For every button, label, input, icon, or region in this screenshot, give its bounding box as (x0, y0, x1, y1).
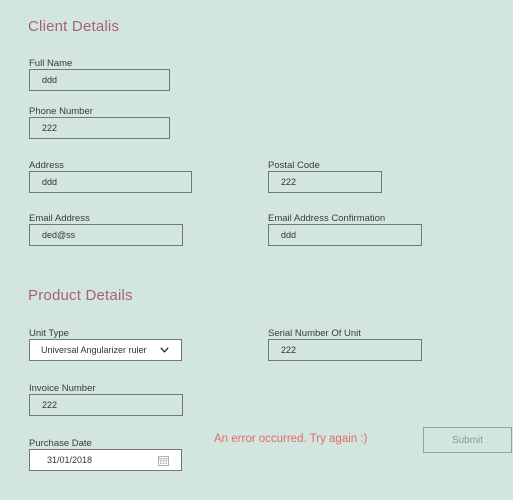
serial-number-input[interactable]: 222 (268, 339, 422, 361)
purchase-date-label: Purchase Date (29, 438, 92, 449)
postal-code-input[interactable]: 222 (268, 171, 382, 193)
unit-type-value: Universal Angularizer ruler (41, 345, 147, 355)
email-confirmation-label: Email Address Confirmation (268, 213, 386, 224)
submit-button[interactable]: Submit (423, 427, 512, 453)
phone-number-value: 222 (42, 123, 58, 133)
calendar-icon[interactable] (158, 455, 169, 466)
address-label: Address (29, 160, 64, 171)
invoice-number-label: Invoice Number (29, 383, 96, 394)
purchase-date-value: 31/01/2018 (47, 455, 93, 465)
product-details-title: Product Details (28, 287, 133, 304)
unit-type-select[interactable]: Universal Angularizer ruler (29, 339, 182, 361)
phone-number-label: Phone Number (29, 106, 93, 117)
chevron-down-icon (160, 347, 169, 353)
full-name-label: Full Name (29, 58, 73, 69)
clipped-heading-fragment (212, 0, 272, 2)
address-input[interactable]: ddd (29, 171, 192, 193)
clipped-text-glyphs (212, 0, 272, 2)
address-value: ddd (42, 177, 58, 187)
postal-code-label: Postal Code (268, 160, 320, 171)
email-address-value: ded@ss (42, 230, 76, 240)
full-name-value: ddd (42, 75, 58, 85)
phone-number-input[interactable]: 222 (29, 117, 170, 139)
full-name-input[interactable]: ddd (29, 69, 170, 91)
purchase-date-input[interactable]: 31/01/2018 (29, 449, 182, 471)
serial-number-label: Serial Number Of Unit (268, 328, 361, 339)
email-address-input[interactable]: ded@ss (29, 224, 183, 246)
unit-type-label: Unit Type (29, 328, 69, 339)
email-confirmation-value: ddd (281, 230, 297, 240)
invoice-number-value: 222 (42, 400, 58, 410)
email-address-label: Email Address (29, 213, 90, 224)
error-message: An error occurred. Try again :) (214, 433, 368, 445)
email-confirmation-input[interactable]: ddd (268, 224, 422, 246)
postal-code-value: 222 (281, 177, 297, 187)
invoice-number-input[interactable]: 222 (29, 394, 183, 416)
serial-number-value: 222 (281, 345, 297, 355)
client-details-title: Client Detalis (28, 18, 120, 35)
